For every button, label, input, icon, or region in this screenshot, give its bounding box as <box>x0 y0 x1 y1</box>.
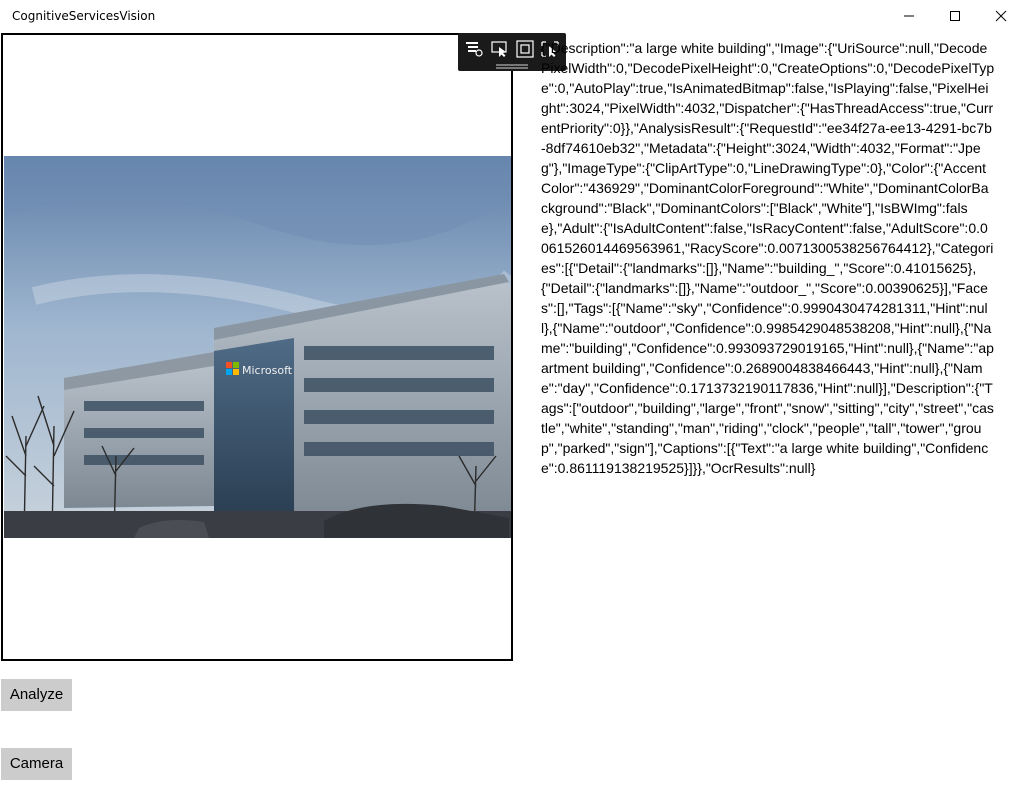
building-signage: Microsoft <box>242 364 293 377</box>
toolbar-drag-handle[interactable] <box>496 64 528 66</box>
minimize-button[interactable] <box>886 0 932 32</box>
select-element-icon[interactable] <box>490 40 510 58</box>
close-button[interactable] <box>978 0 1024 32</box>
camera-button[interactable]: Camera <box>1 748 72 780</box>
title-bar: CognitiveServicesVision <box>0 0 1024 32</box>
building-photo: Microsoft <box>4 156 511 538</box>
image-preview: Microsoft <box>1 33 513 661</box>
close-icon <box>995 10 1007 22</box>
maximize-icon <box>950 11 960 21</box>
maximize-button[interactable] <box>932 0 978 32</box>
minimize-icon <box>904 15 914 17</box>
display-layout-adorners-icon[interactable] <box>515 40 535 58</box>
analyze-button[interactable]: Analyze <box>1 679 72 711</box>
live-visual-tree-icon[interactable] <box>464 40 484 58</box>
window-title: CognitiveServicesVision <box>12 9 156 23</box>
analysis-result-text: {"Description":"a large white building",… <box>541 40 995 476</box>
